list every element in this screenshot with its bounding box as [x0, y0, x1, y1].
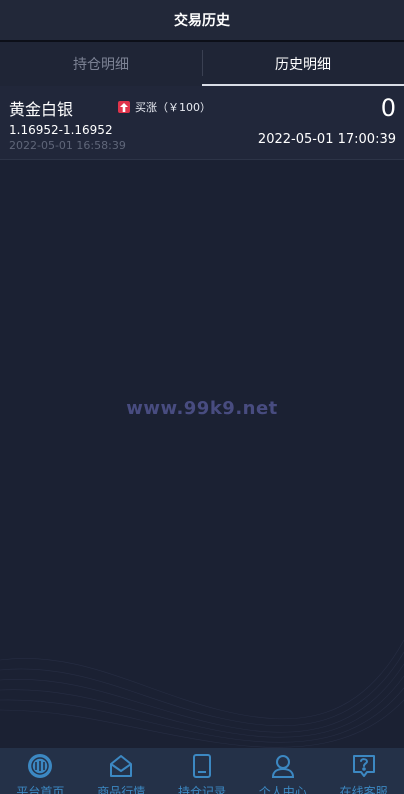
record-product-name: 黄金白银: [9, 100, 74, 119]
bottom-nav: 平台首页 商品行情 持仓记录 个人中心 在线客服: [0, 748, 404, 794]
tab-history[interactable]: 历史明细: [202, 42, 404, 86]
nav-label-profile: 个人中心: [258, 785, 307, 794]
page-title: 交易历史: [174, 13, 230, 29]
help-icon: [351, 753, 377, 779]
header-bar: 交易历史: [0, 0, 404, 42]
background-wave-pattern: [0, 639, 404, 748]
tablet-icon: [189, 753, 215, 779]
nav-item-support[interactable]: 在线客服: [323, 748, 404, 794]
record-close-time: 2022-05-01 17:00:39: [257, 132, 396, 147]
nav-label-support: 在线客服: [339, 785, 388, 794]
home-logo-icon: [27, 753, 53, 779]
user-icon: [270, 753, 296, 779]
record-direction-label: 买涨（￥100）: [135, 101, 211, 114]
nav-item-market[interactable]: 商品行情: [81, 748, 162, 794]
tab-positions[interactable]: 持仓明细: [0, 42, 202, 86]
record-open-time: 2022-05-01 16:58:39: [9, 139, 126, 152]
nav-label-positions: 持仓记录: [177, 785, 226, 794]
nav-label-home: 平台首页: [16, 785, 65, 794]
envelope-icon: [108, 753, 134, 779]
watermark: www.99k9.net: [126, 398, 278, 419]
nav-item-positions[interactable]: 持仓记录: [162, 748, 243, 794]
nav-label-market: 商品行情: [97, 785, 146, 794]
record-direction: 买涨（￥100）: [118, 99, 211, 115]
nav-item-profile[interactable]: 个人中心: [242, 748, 323, 794]
record-price-range: 1.16952-1.16952: [9, 123, 113, 137]
tab-divider: [202, 50, 203, 76]
record-result: 0: [380, 94, 396, 122]
history-record[interactable]: 黄金白银 买涨（￥100） 0 1.16952-1.16952 2022-05-…: [0, 86, 404, 160]
up-arrow-icon: [118, 101, 130, 113]
nav-item-home[interactable]: 平台首页: [0, 748, 81, 794]
